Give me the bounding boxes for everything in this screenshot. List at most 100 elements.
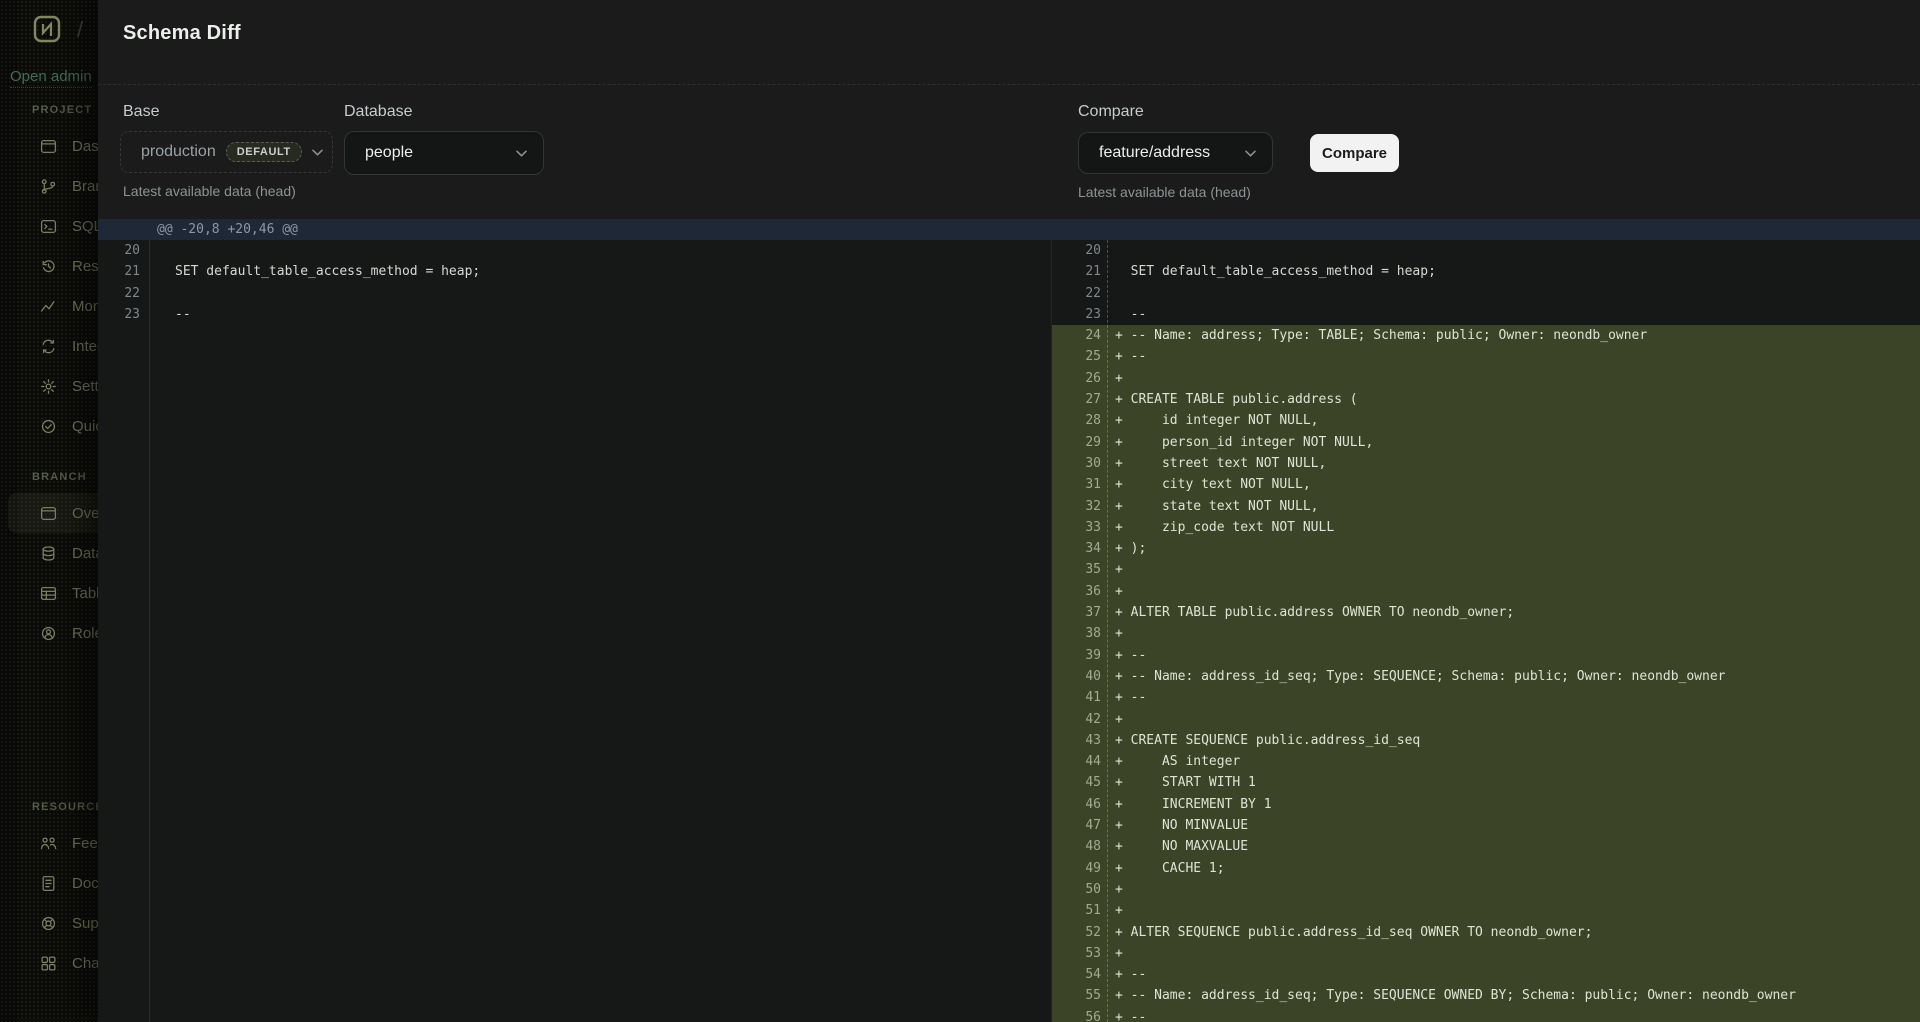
line-number: 22 bbox=[1052, 283, 1101, 304]
line-number: 51 bbox=[1052, 900, 1101, 921]
line-number: 29 bbox=[1052, 432, 1101, 453]
line-text: + ); bbox=[1101, 538, 1146, 559]
line-text: + -- Name: address; Type: TABLE; Schema:… bbox=[1101, 325, 1647, 346]
breadcrumb-slash: / bbox=[77, 17, 83, 43]
line-number: 22 bbox=[98, 283, 140, 304]
diff-line: 24+ -- Name: address; Type: TABLE; Schem… bbox=[1052, 325, 1920, 346]
line-number: 41 bbox=[1052, 687, 1101, 708]
chevron-down-icon bbox=[312, 149, 323, 156]
line-text: + START WITH 1 bbox=[1101, 772, 1256, 793]
chevron-down-icon bbox=[516, 150, 527, 157]
line-text: + bbox=[1101, 900, 1123, 921]
line-text: + -- bbox=[1101, 1007, 1146, 1022]
line-number: 56 bbox=[1052, 1007, 1101, 1022]
integrations-icon bbox=[40, 338, 57, 355]
line-number: 43 bbox=[1052, 730, 1101, 751]
line-text bbox=[1101, 240, 1115, 261]
diff-line: 29+ person_id integer NOT NULL, bbox=[1052, 432, 1920, 453]
line-text: + ALTER SEQUENCE public.address_id_seq O… bbox=[1101, 922, 1592, 943]
line-text: + bbox=[1101, 368, 1123, 389]
diff-pane-base: 2021SET default_table_access_method = he… bbox=[98, 240, 1051, 1022]
monitoring-icon bbox=[40, 298, 57, 315]
diff-line: 34+ ); bbox=[1052, 538, 1920, 559]
gutter-divider bbox=[149, 240, 150, 1022]
line-text: + bbox=[1101, 943, 1123, 964]
diff-line: 54+ -- bbox=[1052, 964, 1920, 985]
diff-line: 53+ bbox=[1052, 943, 1920, 964]
support-icon bbox=[40, 915, 57, 932]
line-number: 31 bbox=[1052, 474, 1101, 495]
line-number: 23 bbox=[1052, 304, 1101, 325]
diff-line: 20 bbox=[98, 240, 1051, 261]
tables-icon bbox=[40, 585, 57, 602]
line-number: 27 bbox=[1052, 389, 1101, 410]
quickstart-icon bbox=[40, 418, 57, 435]
line-text: + NO MAXVALUE bbox=[1101, 836, 1248, 857]
line-number: 45 bbox=[1052, 772, 1101, 793]
database-label: Database bbox=[344, 103, 413, 121]
line-number: 32 bbox=[1052, 496, 1101, 517]
diff-line: 51+ bbox=[1052, 900, 1920, 921]
diff-line: 37+ ALTER TABLE public.address OWNER TO … bbox=[1052, 602, 1920, 623]
line-text: + CREATE SEQUENCE public.address_id_seq bbox=[1101, 730, 1420, 751]
line-number: 21 bbox=[98, 261, 140, 282]
diff-line: 25+ -- bbox=[1052, 346, 1920, 367]
database-value: people bbox=[365, 144, 413, 162]
base-branch-select[interactable]: production DEFAULT bbox=[120, 131, 333, 173]
line-text: -- bbox=[1101, 304, 1146, 325]
line-number: 39 bbox=[1052, 645, 1101, 666]
default-badge: DEFAULT bbox=[226, 142, 302, 162]
line-text bbox=[140, 283, 175, 304]
line-number: 37 bbox=[1052, 602, 1101, 623]
line-text: + id integer NOT NULL, bbox=[1101, 410, 1319, 431]
line-text bbox=[140, 240, 175, 261]
neon-logo-icon[interactable] bbox=[33, 15, 61, 45]
line-text: + bbox=[1101, 623, 1123, 644]
roles-icon bbox=[40, 625, 57, 642]
diff-line: 22 bbox=[98, 283, 1051, 304]
header-divider bbox=[98, 84, 1920, 85]
diff-line: 50+ bbox=[1052, 879, 1920, 900]
databases-icon bbox=[40, 545, 57, 562]
line-text: + city text NOT NULL, bbox=[1101, 474, 1311, 495]
diff-line: 23 -- bbox=[1052, 304, 1920, 325]
diff-line: 48+ NO MAXVALUE bbox=[1052, 836, 1920, 857]
hunk-header: @@ -20,8 +20,46 @@ bbox=[98, 219, 1920, 240]
line-text: + INCREMENT BY 1 bbox=[1101, 794, 1272, 815]
diff-line: 21 SET default_table_access_method = hea… bbox=[1052, 261, 1920, 282]
line-text: + CREATE TABLE public.address ( bbox=[1101, 389, 1358, 410]
line-number: 47 bbox=[1052, 815, 1101, 836]
diff-line: 35+ bbox=[1052, 559, 1920, 580]
database-select[interactable]: people bbox=[344, 131, 544, 175]
compare-branch-select[interactable]: feature/address bbox=[1078, 132, 1273, 174]
diff-line: 23-- bbox=[98, 304, 1051, 325]
line-number: 30 bbox=[1052, 453, 1101, 474]
line-number: 28 bbox=[1052, 410, 1101, 431]
compare-button[interactable]: Compare bbox=[1310, 134, 1399, 172]
line-number: 46 bbox=[1052, 794, 1101, 815]
diff-line: 42+ bbox=[1052, 709, 1920, 730]
line-number: 44 bbox=[1052, 751, 1101, 772]
line-number: 40 bbox=[1052, 666, 1101, 687]
line-text: + bbox=[1101, 559, 1123, 580]
base-label: Base bbox=[123, 103, 159, 121]
line-number: 26 bbox=[1052, 368, 1101, 389]
line-text: + bbox=[1101, 581, 1123, 602]
overview-icon bbox=[40, 505, 57, 522]
line-number: 34 bbox=[1052, 538, 1101, 559]
compare-label: Compare bbox=[1078, 103, 1144, 121]
diff-line: 41+ -- bbox=[1052, 687, 1920, 708]
line-number: 53 bbox=[1052, 943, 1101, 964]
diff-line: 36+ bbox=[1052, 581, 1920, 602]
diff-line: 27+ CREATE TABLE public.address ( bbox=[1052, 389, 1920, 410]
open-admin-link[interactable]: Open admin bbox=[10, 68, 92, 88]
base-meta: Latest available data (head) bbox=[123, 183, 296, 199]
line-number: 20 bbox=[1052, 240, 1101, 261]
compare-meta: Latest available data (head) bbox=[1078, 184, 1251, 200]
diff-line: 49+ CACHE 1; bbox=[1052, 858, 1920, 879]
line-text: + person_id integer NOT NULL, bbox=[1101, 432, 1373, 453]
schema-diff-drawer: Schema Diff Base production DEFAULT Late… bbox=[98, 0, 1920, 1022]
diff-line: 44+ AS integer bbox=[1052, 751, 1920, 772]
docs-icon bbox=[40, 875, 57, 892]
line-text: + AS integer bbox=[1101, 751, 1240, 772]
